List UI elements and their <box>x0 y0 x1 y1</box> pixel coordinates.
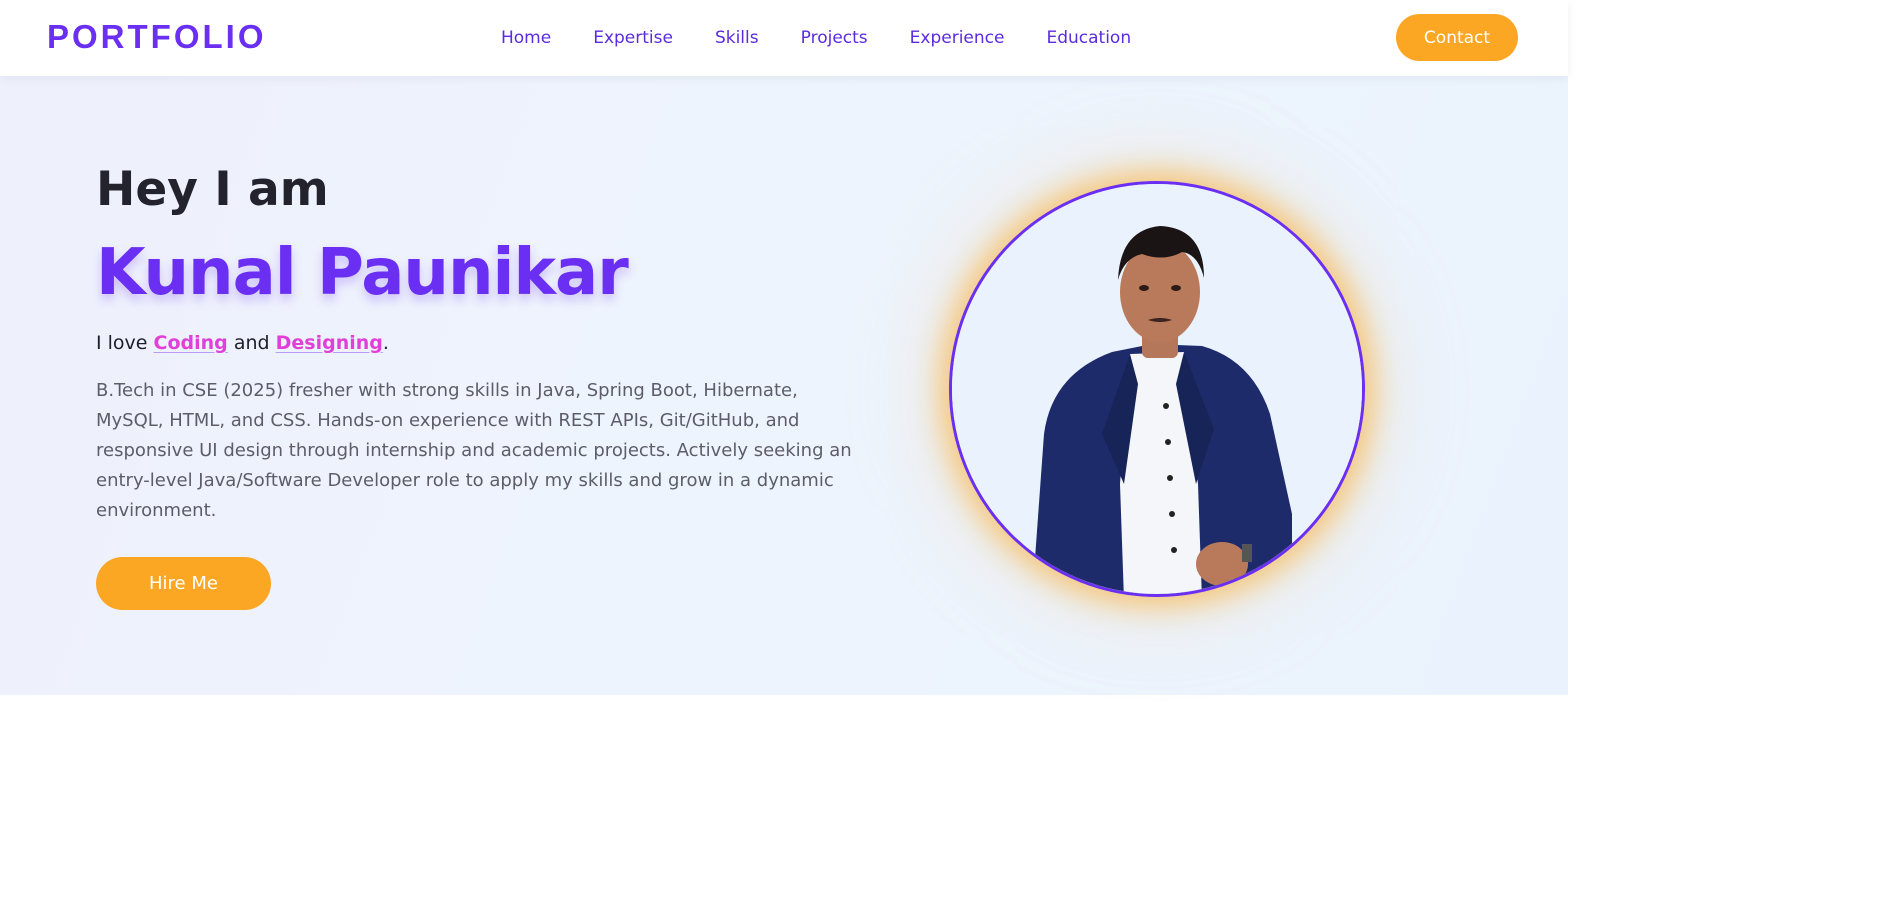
nav-item-experience[interactable]: Experience <box>889 28 1026 48</box>
tagline-highlight-designing: Designing <box>275 332 383 354</box>
nav-item-expertise[interactable]: Expertise <box>572 28 694 48</box>
hero-name: Kunal Paunikar <box>96 236 629 310</box>
nav-links: Home Expertise Skills Projects Experienc… <box>480 0 1152 76</box>
profile-photo <box>949 181 1365 597</box>
hero-section: Hey I am Kunal Paunikar I love Coding an… <box>0 76 1568 695</box>
nav-item-education[interactable]: Education <box>1025 28 1152 48</box>
nav-item-skills[interactable]: Skills <box>694 28 780 48</box>
hero-tagline: I love Coding and Designing. <box>96 332 389 354</box>
tagline-middle: and <box>227 332 276 354</box>
brand-logo[interactable]: PORTFOLIO <box>47 18 267 56</box>
person-illustration <box>952 184 1362 594</box>
tagline-suffix: . <box>382 332 389 354</box>
contact-button[interactable]: Contact <box>1396 14 1518 61</box>
nav-item-projects[interactable]: Projects <box>780 28 889 48</box>
tagline-prefix: I love <box>96 332 154 354</box>
hire-me-button[interactable]: Hire Me <box>96 557 271 610</box>
navbar: PORTFOLIO Home Expertise Skills Projects… <box>0 0 1568 76</box>
nav-item-home[interactable]: Home <box>480 28 572 48</box>
hero-bio: B.Tech in CSE (2025) fresher with strong… <box>96 380 852 521</box>
tagline-highlight-coding: Coding <box>153 332 228 354</box>
hero-greeting: Hey I am <box>96 162 329 217</box>
